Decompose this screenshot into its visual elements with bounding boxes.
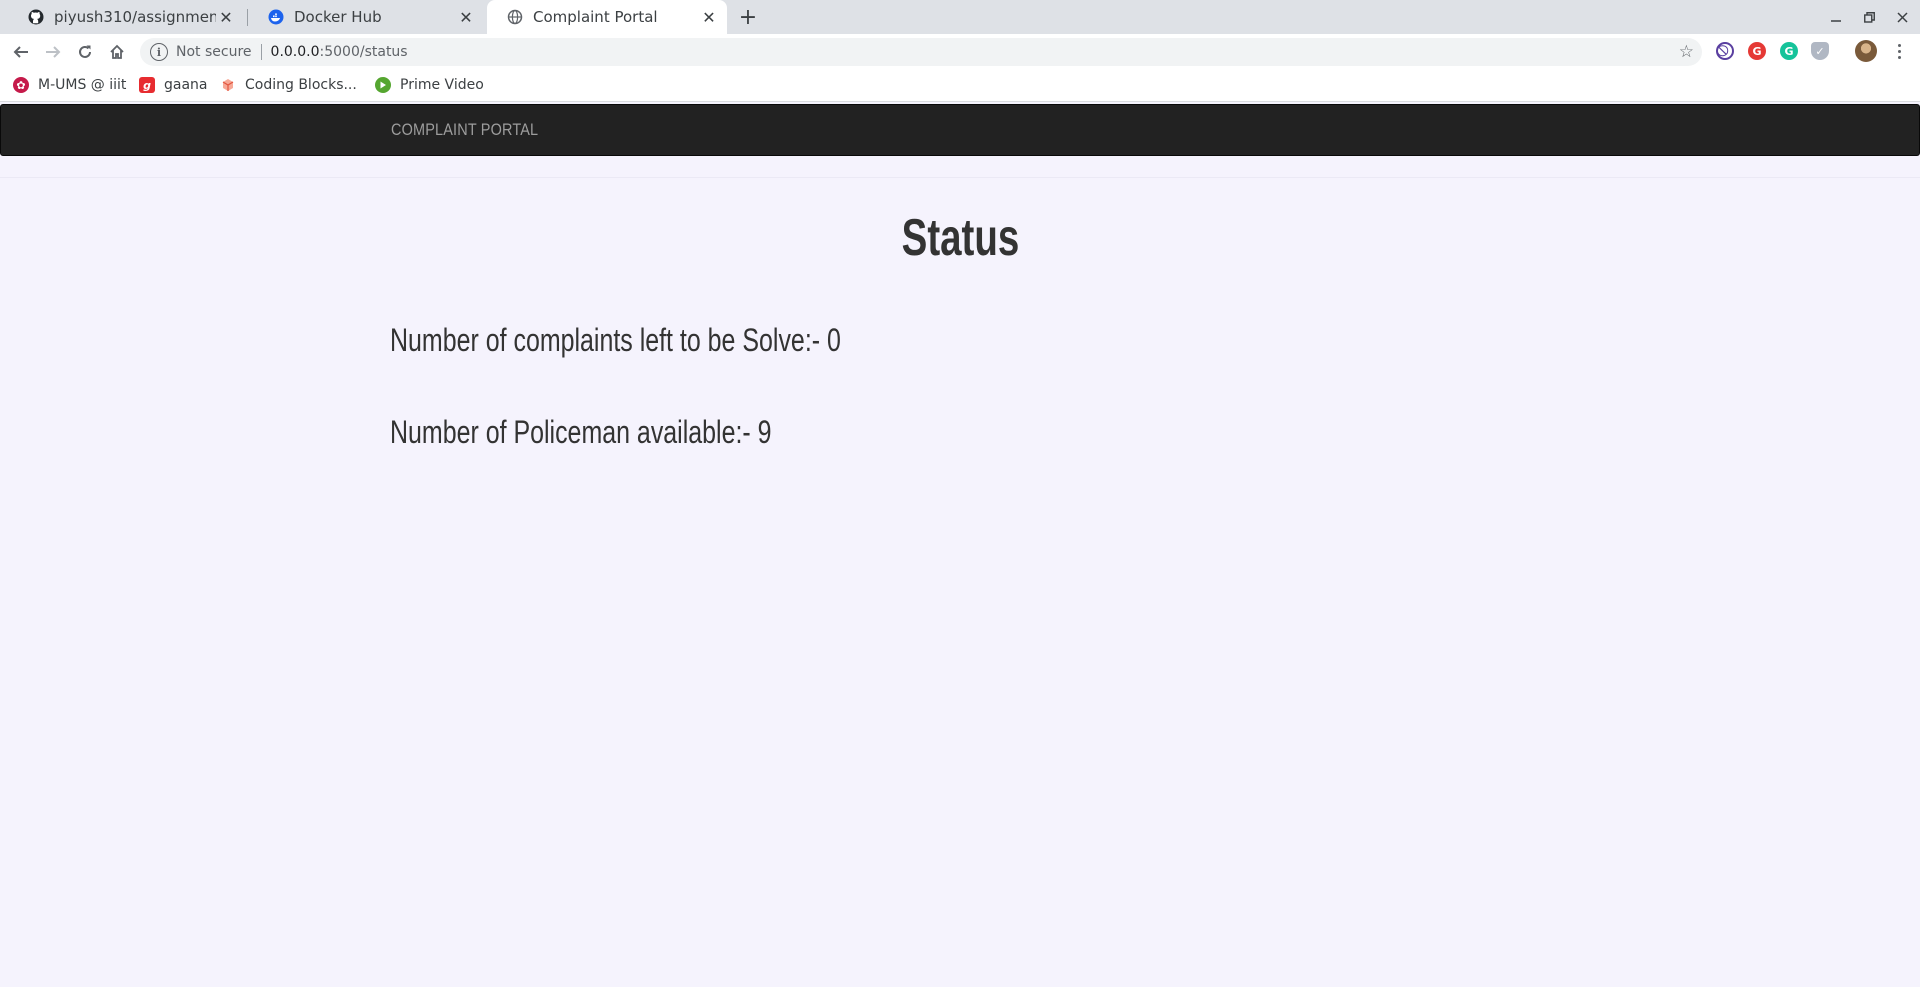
gaana-icon: g [139, 77, 155, 93]
bookmark-coding-blocks[interactable]: Coding Blocks... [220, 77, 357, 93]
page-title: Status [0, 208, 1920, 268]
address-bar[interactable]: i Not secure 0.0.0.0 :5000/status ☆ [140, 38, 1702, 66]
docker-icon [268, 9, 284, 25]
close-window-icon[interactable] [1886, 0, 1918, 34]
grammarly-red-icon[interactable]: G [1748, 42, 1766, 60]
bookmark-label: Coding Blocks... [245, 77, 357, 93]
tab-docker-hub[interactable]: Docker Hub ✕ [248, 0, 484, 34]
coding-blocks-icon [220, 77, 236, 93]
browser-toolbar: i Not secure 0.0.0.0 :5000/status ☆ ⃠ G … [0, 34, 1920, 70]
tab-github[interactable]: piyush310/assignment ✕ [8, 0, 244, 34]
bookmark-prime-video[interactable]: Prime Video [375, 77, 484, 93]
bookmark-star-icon[interactable]: ☆ [1679, 42, 1694, 62]
site-navbar: COMPLAINT PORTAL [0, 104, 1920, 156]
bookmark-label: Prime Video [400, 77, 484, 93]
bookmark-gaana[interactable]: g gaana [139, 77, 208, 93]
tab-title: piyush310/assignment [54, 8, 216, 26]
back-icon[interactable] [7, 38, 35, 66]
close-tab-icon[interactable]: ✕ [216, 7, 236, 27]
globe-icon [507, 9, 523, 25]
security-label: Not secure [176, 44, 252, 60]
page-title-text: Status [901, 209, 1019, 267]
chrome-menu-icon[interactable] [1890, 38, 1908, 64]
close-tab-icon[interactable]: ✕ [456, 7, 476, 27]
bookmark-label: gaana [164, 77, 208, 93]
tab-title: Docker Hub [294, 8, 382, 26]
tab-strip: piyush310/assignment ✕ Docker Hub ✕ Comp… [0, 0, 1920, 34]
new-tab-button[interactable]: + [736, 5, 760, 30]
bookmark-label: M-UMS @ iiit [38, 77, 127, 93]
prime-video-icon [375, 77, 391, 93]
raspberry-icon: ✿ [13, 77, 29, 93]
tab-title: Complaint Portal [533, 8, 658, 26]
block-icon[interactable]: ⃠ [1716, 42, 1734, 60]
home-icon[interactable] [103, 38, 131, 66]
bookmarks-bar: ✿ M-UMS @ iiit g gaana Coding Blocks... … [0, 70, 1920, 102]
address-divider [260, 44, 262, 60]
reload-icon[interactable] [71, 38, 99, 66]
url-path: :5000/status [319, 44, 408, 60]
close-tab-icon[interactable]: ✕ [699, 7, 719, 27]
minimize-icon[interactable] [1820, 0, 1852, 34]
bookmark-mums[interactable]: ✿ M-UMS @ iiit [13, 77, 126, 93]
url-host: 0.0.0.0 [270, 44, 320, 60]
profile-avatar[interactable] [1855, 40, 1877, 62]
grammarly-icon[interactable]: G [1780, 42, 1798, 60]
brand-link[interactable]: COMPLAINT PORTAL [391, 120, 538, 140]
info-icon[interactable]: i [150, 43, 168, 61]
tab-complaint-portal[interactable]: Complaint Portal ✕ [487, 0, 727, 34]
github-icon [28, 9, 44, 25]
restore-icon[interactable] [1853, 0, 1885, 34]
policemen-available-text: Number of Policeman available:- 9 [390, 414, 772, 450]
forward-icon[interactable] [39, 38, 67, 66]
navbar-divider [0, 177, 1920, 178]
complaints-remaining-text: Number of complaints left to be Solve:- … [390, 322, 841, 358]
shield-icon[interactable]: ✓ [1811, 42, 1829, 60]
